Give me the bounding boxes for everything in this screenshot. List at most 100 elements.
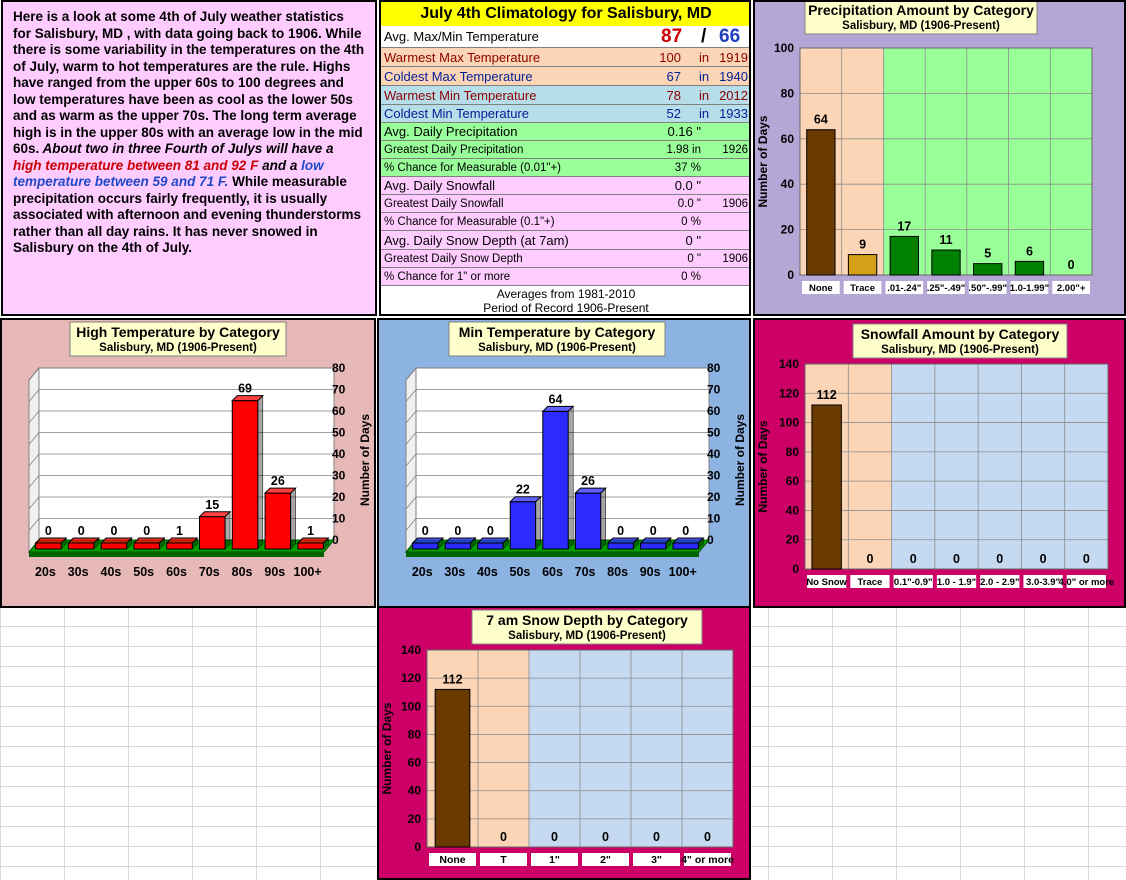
avg-sep: / <box>701 25 707 47</box>
row-year: 1933 <box>719 106 748 121</box>
y-tick-label: 80 <box>786 445 800 459</box>
precip-chart-panel: Precipitation Amount by Category Salisbur… <box>753 0 1126 316</box>
category-label: 20s <box>35 565 56 579</box>
bar-side <box>224 511 231 550</box>
bar <box>639 542 667 550</box>
chart-subtitle: Salisbury, MD (1906-Present) <box>881 344 1039 356</box>
bar <box>1014 260 1045 276</box>
row-label: % Chance for 1" or more <box>384 270 511 283</box>
y-tick-label: 70 <box>332 383 346 397</box>
category-label: 30s <box>68 565 89 579</box>
category-label: 2" <box>600 854 611 866</box>
category-label: None <box>809 283 833 294</box>
row-label: % Chance for Measurable (0.1"+) <box>384 215 555 228</box>
category-label: 50s <box>133 565 154 579</box>
bar <box>889 235 919 276</box>
category-label: 40s <box>101 565 122 579</box>
y-tick-label: 80 <box>781 86 795 100</box>
data-label: 0 <box>454 524 461 538</box>
category-label: .25"-.49" <box>927 283 966 294</box>
data-label: 0 <box>78 524 85 538</box>
data-label: 0 <box>910 552 917 566</box>
snow-depth-chart: 7 am Snow Depth by Category Salisbury, MD… <box>380 609 734 866</box>
y-tick-label: 60 <box>408 756 422 770</box>
category-label: 90s <box>640 565 661 579</box>
chart-subtitle: Salisbury, MD (1906-Present) <box>478 342 636 354</box>
category-band <box>1008 48 1051 275</box>
category-label: No Snow <box>806 577 847 588</box>
category-label: 2.00"+ <box>1057 283 1086 294</box>
y-tick-label: 20 <box>786 533 800 547</box>
bar <box>574 492 602 550</box>
min-temp-chart-panel: Min Temperature by Category Salisbury, MD… <box>377 318 751 608</box>
category-label: 0.1"-0.9" <box>894 577 933 588</box>
row-in: in <box>699 87 710 103</box>
snowfall-chart: Snowfall Amount by Category Salisbury, MD… <box>756 323 1114 588</box>
row-value: 78 <box>666 87 681 103</box>
table-row: Coldest Max Temperature 67 in 1940 <box>381 67 749 86</box>
y-tick-label: 10 <box>707 512 721 526</box>
bar <box>198 516 226 550</box>
bar <box>931 249 961 276</box>
table-row: Greatest Daily Snowfall 0.0 " 1906 <box>381 195 749 213</box>
table-row: Greatest Daily Snow Depth 0 " 1906 <box>381 250 749 268</box>
y-tick-label: 20 <box>707 490 721 504</box>
data-label: 0 <box>45 524 52 538</box>
chart-title: 7 am Snow Depth by Category <box>486 612 688 628</box>
row-value: 52 <box>666 106 681 121</box>
bar <box>100 542 128 550</box>
category-band <box>529 650 580 847</box>
category-label: None <box>439 854 465 866</box>
row-label: Avg. Daily Snowfall <box>384 178 496 193</box>
bar <box>297 542 324 550</box>
bar <box>67 542 95 550</box>
y-tick-label: 40 <box>707 447 721 461</box>
snowfall-chart-panel: Snowfall Amount by Category Salisbury, MD… <box>753 318 1126 608</box>
row-in: in <box>699 106 710 121</box>
data-label: 1 <box>307 524 314 538</box>
chart-subtitle: Salisbury, MD (1906-Present) <box>508 630 666 642</box>
data-label: 0 <box>487 524 494 538</box>
chart-title: High Temperature by Category <box>76 324 280 340</box>
y-tick-label: 60 <box>781 132 795 146</box>
avg-max-value: 87 <box>661 25 683 47</box>
bar <box>412 542 439 550</box>
category-label: 60s <box>166 565 187 579</box>
category-label: 100+ <box>669 565 697 579</box>
bar <box>672 542 699 550</box>
chart-title: Precipitation Amount by Category <box>808 2 1034 18</box>
category-band <box>848 364 892 569</box>
table-row: % Chance for 1" or more 0 % <box>381 268 749 286</box>
bar <box>264 492 292 550</box>
data-label: 1 <box>176 524 183 538</box>
climatology-table: July 4th Climatology for Salisbury, MD A… <box>379 0 751 316</box>
high-temp-chart-panel: High Temperature by Category Salisbury, M… <box>0 318 376 608</box>
y-tick-label: 140 <box>779 357 799 371</box>
category-band <box>891 364 935 569</box>
data-label: 0 <box>551 830 558 844</box>
category-band <box>934 364 979 569</box>
data-label: 0 <box>682 524 689 538</box>
y-tick-label: 100 <box>401 699 421 713</box>
bar-side <box>535 496 541 550</box>
bar-side <box>600 487 607 550</box>
row-label: Coldest Max Temperature <box>384 68 533 84</box>
row-label: Greatest Daily Snowfall <box>384 197 504 210</box>
row-year: 1919 <box>719 49 748 65</box>
bar <box>811 404 842 570</box>
y-tick-label: 20 <box>408 812 422 826</box>
y-tick-label: 80 <box>408 727 422 741</box>
row-value: 0.0 " <box>674 178 701 193</box>
y-tick-label: 20 <box>781 223 795 237</box>
row-value: 67 <box>666 68 681 84</box>
category-label: Trace <box>858 577 883 588</box>
y-tick-label: 60 <box>707 404 721 418</box>
bar <box>477 542 504 550</box>
row-value: 0 % <box>681 215 701 228</box>
table-row: Avg. Daily Precipitation 0.16 " <box>381 123 749 141</box>
category-label: 4.0" or more <box>1058 577 1114 588</box>
category-label: 70s <box>199 565 220 579</box>
row-label: Avg. Daily Precipitation <box>384 124 518 139</box>
bar <box>434 688 471 848</box>
row-year: 1926 <box>722 143 748 156</box>
